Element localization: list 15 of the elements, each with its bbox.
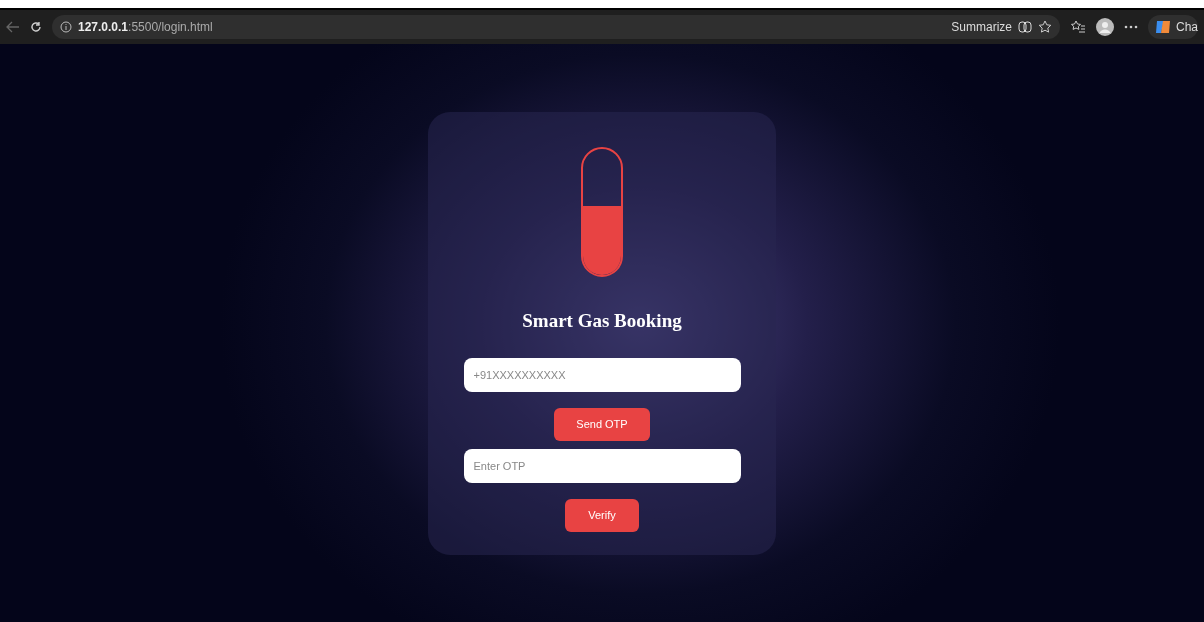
more-icon[interactable] — [1124, 25, 1138, 29]
app-title: Smart Gas Booking — [522, 309, 682, 333]
avatar-icon[interactable] — [1096, 18, 1114, 36]
info-icon[interactable] — [60, 21, 72, 33]
address-bar[interactable]: 127.0.0.1:5500/login.html Summarize — [52, 15, 1060, 39]
summarize-button[interactable]: Summarize — [951, 18, 1012, 36]
otp-input[interactable]: Enter OTP — [463, 448, 741, 483]
star-icon[interactable] — [1038, 20, 1052, 34]
verify-button[interactable]: Verify — [565, 498, 639, 532]
url-text: 127.0.0.1:5500/login.html — [78, 19, 213, 36]
favorites-icon[interactable] — [1070, 20, 1086, 34]
reload-icon[interactable] — [30, 21, 42, 33]
back-icon[interactable] — [6, 21, 20, 33]
send-otp-button[interactable]: Send OTP — [554, 407, 650, 441]
phone-input[interactable]: +91XXXXXXXXXX — [463, 357, 741, 392]
